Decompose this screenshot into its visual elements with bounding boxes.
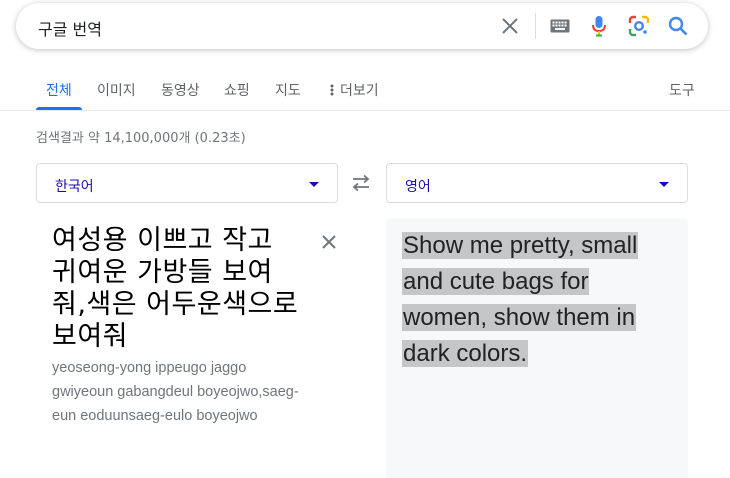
tab-videos[interactable]: 동영상 [161, 80, 200, 100]
keyboard-icon[interactable] [548, 14, 572, 38]
clear-source-icon[interactable] [318, 231, 340, 253]
tab-all[interactable]: 전체 [46, 80, 72, 100]
search-bar[interactable]: 구글 번역 [16, 3, 708, 49]
target-language-select[interactable]: 영어 [386, 163, 688, 203]
translation-output-text: Show me pretty, small and cute bags for … [402, 232, 639, 367]
search-input[interactable]: 구글 번역 [38, 16, 102, 40]
source-language-select[interactable]: 한국어 [36, 163, 338, 203]
close-icon[interactable] [498, 14, 522, 38]
source-textarea[interactable]: 여성용 이쁘고 작고 귀여운 가방들 보여줘,색은 어두운색으로 보여줘 [52, 225, 302, 353]
tab-more[interactable]: 더보기 [330, 80, 379, 100]
source-romanization: yeoseong-yong ippeugo jaggo gwiyeoun gab… [52, 360, 299, 424]
translation-output-panel: Show me pretty, small and cute bags for … [386, 218, 688, 478]
translation-output[interactable]: Show me pretty, small and cute bags for … [402, 228, 672, 372]
tabs-divider [0, 110, 730, 111]
google-lens-icon[interactable] [627, 14, 651, 38]
source-language-label: 한국어 [55, 179, 94, 195]
search-tabs: 전체 이미지 동영상 쇼핑 지도 더보기 도구 [0, 70, 730, 110]
swap-languages-icon[interactable] [350, 174, 372, 192]
tools-button[interactable]: 도구 [669, 80, 695, 100]
more-vert-icon [330, 84, 334, 96]
tab-images[interactable]: 이미지 [97, 80, 136, 100]
microphone-icon[interactable] [587, 14, 611, 38]
chevron-down-icon [659, 182, 669, 187]
search-bar-divider [535, 13, 536, 39]
tab-maps[interactable]: 지도 [275, 80, 301, 100]
search-icon[interactable] [666, 14, 690, 38]
result-stats: 검색결과 약 14,100,000개 (0.23초) [36, 131, 246, 146]
tab-more-label: 더보기 [340, 83, 379, 99]
tab-shopping[interactable]: 쇼핑 [224, 80, 250, 100]
chevron-down-icon [309, 182, 319, 187]
target-language-label: 영어 [405, 179, 431, 195]
